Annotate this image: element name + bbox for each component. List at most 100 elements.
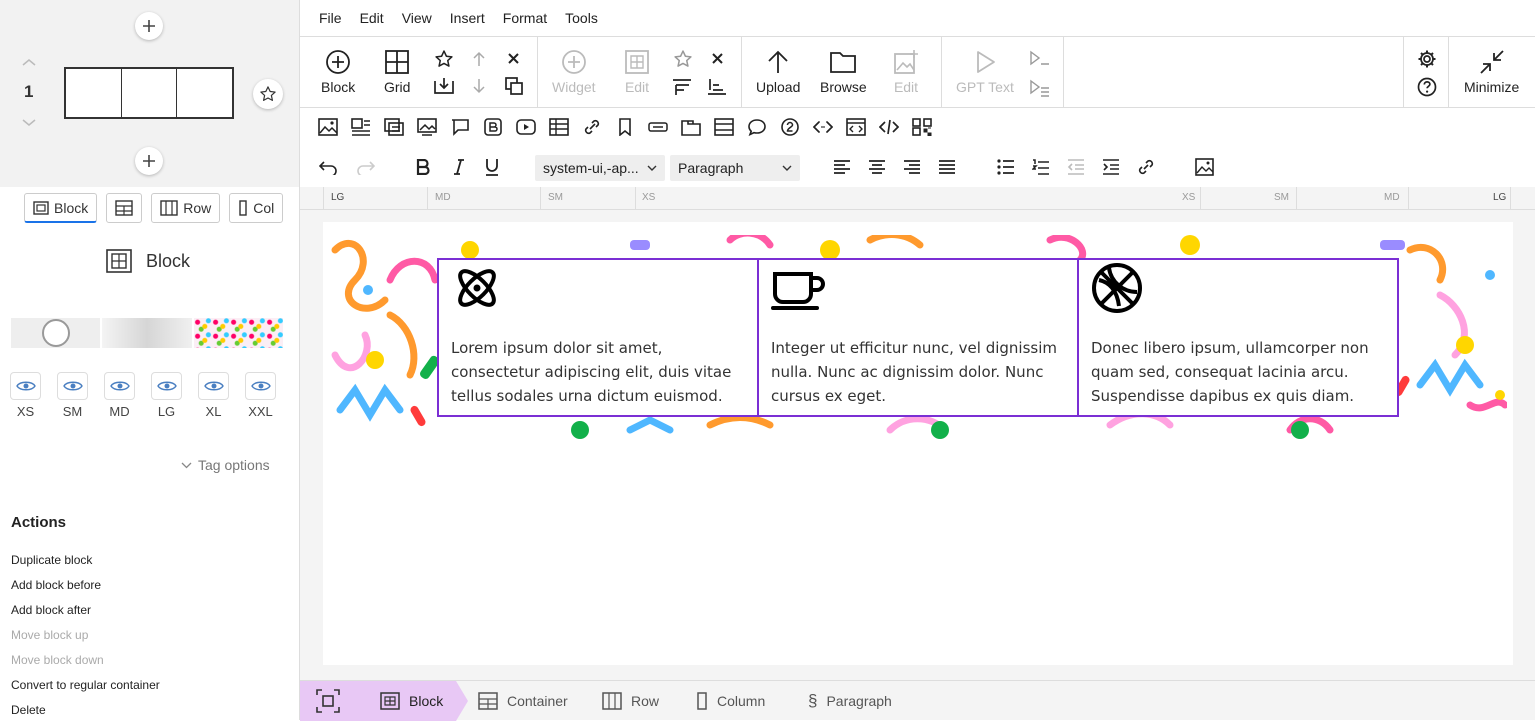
align-right-icon[interactable] xyxy=(903,160,921,175)
video-icon[interactable] xyxy=(516,118,536,136)
content-column[interactable]: Integer ut efficitur nunc, vel dignissim… xyxy=(759,260,1079,415)
underline-icon[interactable] xyxy=(485,158,499,176)
block-grid-thumbnail[interactable] xyxy=(64,67,234,119)
chevron-down-icon[interactable] xyxy=(22,119,36,127)
image-icon[interactable] xyxy=(318,118,338,136)
indent-icon[interactable] xyxy=(1102,159,1120,175)
prompt-icon[interactable] xyxy=(1030,50,1050,66)
visibility-md[interactable]: MD xyxy=(104,372,135,419)
align-bottom-icon[interactable] xyxy=(707,78,727,96)
undo-icon[interactable] xyxy=(319,159,338,175)
code-window-icon[interactable] xyxy=(846,118,866,136)
align-center-icon[interactable] xyxy=(868,160,886,175)
number-circle-icon[interactable] xyxy=(780,118,800,136)
badge-icon[interactable] xyxy=(483,118,503,136)
outdent-icon[interactable] xyxy=(1067,159,1085,175)
align-justify-icon[interactable] xyxy=(938,160,956,175)
gpt-text-button[interactable]: GPT Text xyxy=(956,49,1014,95)
numbered-list-icon[interactable] xyxy=(1032,159,1050,175)
visibility-xxl[interactable]: XXL xyxy=(245,372,276,419)
close-icon[interactable] xyxy=(507,52,520,65)
upload-button[interactable]: Upload xyxy=(756,49,800,95)
arrow-up-icon[interactable] xyxy=(471,51,487,67)
image-caption-icon[interactable] xyxy=(417,118,437,136)
crumb-column[interactable]: Column xyxy=(696,681,765,721)
qr-code-icon[interactable] xyxy=(912,118,932,136)
menu-insert[interactable]: Insert xyxy=(450,10,485,26)
convert-container-action[interactable]: Convert to regular container xyxy=(11,673,160,698)
visibility-xs[interactable]: XS xyxy=(10,372,41,419)
sort-icon[interactable] xyxy=(672,78,692,96)
crumb-container[interactable]: Container xyxy=(478,681,568,721)
help-icon[interactable] xyxy=(1417,77,1437,97)
content-row[interactable]: Lorem ipsum dolor sit amet, consectetur … xyxy=(437,258,1399,417)
select-element-button[interactable] xyxy=(300,681,356,721)
link-icon[interactable] xyxy=(582,118,602,136)
comment-icon[interactable] xyxy=(747,118,767,136)
insert-grid-button[interactable]: Grid xyxy=(384,49,410,95)
tab-block[interactable]: Block xyxy=(24,193,98,223)
banner-icon[interactable] xyxy=(450,118,470,136)
crumb-row[interactable]: Row xyxy=(602,681,659,721)
menu-edit[interactable]: Edit xyxy=(360,10,384,26)
content-column[interactable]: Donec libero ipsum, ullamcorper non quam… xyxy=(1079,260,1397,415)
menu-file[interactable]: File xyxy=(319,10,342,26)
prompt-list-icon[interactable] xyxy=(1030,79,1050,97)
link-icon[interactable] xyxy=(1137,158,1155,176)
tab-container[interactable] xyxy=(106,193,143,223)
star-icon[interactable] xyxy=(673,49,693,69)
column-text[interactable]: Donec libero ipsum, ullamcorper non quam… xyxy=(1091,336,1385,408)
insert-below-icon[interactable] xyxy=(434,77,454,95)
align-left-icon[interactable] xyxy=(833,160,851,175)
menu-view[interactable]: View xyxy=(402,10,432,26)
star-icon[interactable] xyxy=(434,49,454,69)
content-column[interactable]: Lorem ipsum dolor sit amet, consectetur … xyxy=(439,260,759,415)
close-icon[interactable] xyxy=(711,52,724,65)
font-family-select[interactable]: system-ui,-ap... xyxy=(535,155,665,181)
arrow-down-icon[interactable] xyxy=(471,78,487,94)
crumb-paragraph[interactable]: § Paragraph xyxy=(808,681,892,721)
code-snippet-icon[interactable] xyxy=(813,118,833,136)
add-block-below-button[interactable] xyxy=(135,147,163,175)
image-overlay-icon[interactable] xyxy=(384,118,404,136)
tag-options-toggle[interactable]: Tag options xyxy=(181,457,270,473)
button-icon[interactable] xyxy=(648,118,668,136)
menu-format[interactable]: Format xyxy=(503,10,547,26)
tab-row[interactable]: Row xyxy=(151,193,221,223)
add-block-after-action[interactable]: Add block after xyxy=(11,598,160,623)
column-text[interactable]: Lorem ipsum dolor sit amet, consectetur … xyxy=(451,336,745,408)
visibility-sm[interactable]: SM xyxy=(57,372,88,419)
bold-icon[interactable] xyxy=(416,159,430,175)
bookmark-icon[interactable] xyxy=(615,118,635,136)
table-icon[interactable] xyxy=(549,118,569,136)
background-gradient-swatch[interactable] xyxy=(102,318,192,348)
background-none-swatch[interactable] xyxy=(11,318,101,348)
image-text-icon[interactable] xyxy=(351,118,371,136)
edit-image-button[interactable]: Edit xyxy=(893,49,919,95)
column-text[interactable]: Integer ut efficitur nunc, vel dignissim… xyxy=(771,336,1065,408)
widget-button[interactable]: Widget xyxy=(552,49,596,95)
add-block-before-action[interactable]: Add block before xyxy=(11,573,160,598)
tabs-icon[interactable] xyxy=(681,118,701,136)
tab-col[interactable]: Col xyxy=(229,193,284,223)
minimize-button[interactable]: Minimize xyxy=(1464,49,1519,95)
duplicate-block-action[interactable]: Duplicate block xyxy=(11,548,160,573)
insert-block-button[interactable]: Block xyxy=(321,49,355,95)
code-icon[interactable] xyxy=(879,118,899,136)
add-block-above-button[interactable] xyxy=(135,12,163,40)
background-pattern-swatch[interactable] xyxy=(193,318,283,348)
menu-tools[interactable]: Tools xyxy=(565,10,598,26)
edit-widget-button[interactable]: Edit xyxy=(624,49,650,95)
visibility-lg[interactable]: LG xyxy=(151,372,182,419)
italic-icon[interactable] xyxy=(453,159,465,175)
gear-icon[interactable] xyxy=(1417,49,1437,69)
redo-icon[interactable] xyxy=(356,159,375,175)
block-format-select[interactable]: Paragraph xyxy=(670,155,800,181)
delete-action[interactable]: Delete xyxy=(11,698,160,723)
crumb-block[interactable]: Block xyxy=(380,681,443,721)
chevron-up-icon[interactable] xyxy=(22,58,36,66)
visibility-xl[interactable]: XL xyxy=(198,372,229,419)
insert-image-icon[interactable] xyxy=(1195,158,1214,176)
browse-button[interactable]: Browse xyxy=(820,49,867,95)
accordion-icon[interactable] xyxy=(714,118,734,136)
